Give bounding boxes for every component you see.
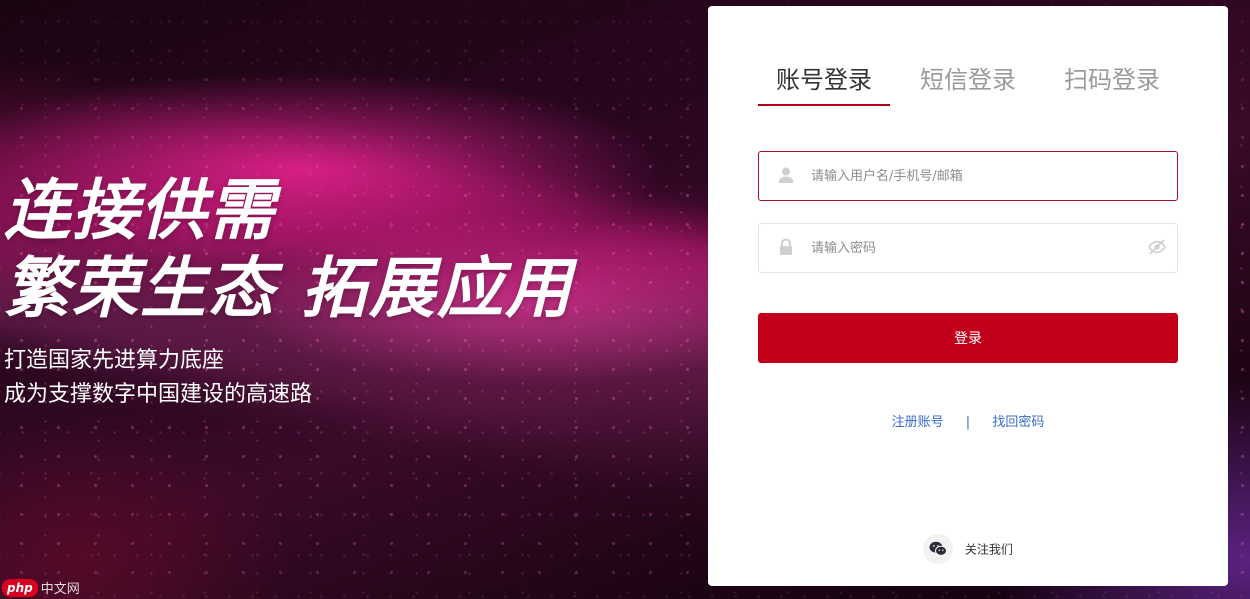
login-panel: 账号登录 短信登录 扫码登录 请输入用户名/手机号/邮箱 登录 注册账号 | 找… bbox=[708, 6, 1228, 586]
hero-subtitle: 打造国家先进算力底座 成为支撑数字中国建设的高速路 bbox=[4, 344, 573, 412]
link-separator: | bbox=[965, 415, 971, 430]
watermark-badge: php bbox=[2, 578, 38, 597]
hero-subline-2: 成为支撑数字中国建设的高速路 bbox=[4, 382, 313, 407]
password-input[interactable] bbox=[811, 224, 1131, 272]
hero-subline-1: 打造国家先进算力底座 bbox=[4, 348, 225, 373]
register-link[interactable]: 注册账号 bbox=[892, 415, 944, 430]
follow-us-label: 关注我们 bbox=[964, 542, 1013, 557]
hero-banner: 连接供需 繁荣生态 拓展应用 打造国家先进算力底座 成为支撑数字中国建设的高速路 bbox=[4, 178, 573, 412]
password-field bbox=[758, 223, 1178, 273]
login-tabs: 账号登录 短信登录 扫码登录 bbox=[758, 64, 1178, 106]
account-links: 注册账号 | 找回密码 bbox=[708, 411, 1228, 430]
tab-account-login[interactable]: 账号登录 bbox=[758, 64, 890, 106]
username-field bbox=[758, 151, 1178, 201]
tab-sms-login[interactable]: 短信登录 bbox=[902, 64, 1034, 104]
tab-qrcode-login[interactable]: 扫码登录 bbox=[1046, 64, 1178, 104]
site-watermark: php 中文网 bbox=[2, 578, 80, 597]
follow-us[interactable]: 关注我们 bbox=[708, 534, 1228, 564]
watermark-text: 中文网 bbox=[40, 582, 80, 597]
user-icon bbox=[777, 166, 795, 184]
hero-headline-line1: 连接供需 bbox=[4, 172, 276, 249]
lock-icon bbox=[777, 238, 795, 256]
username-input[interactable] bbox=[811, 152, 1131, 200]
recover-password-link[interactable]: 找回密码 bbox=[992, 415, 1044, 430]
login-button[interactable]: 登录 bbox=[758, 313, 1178, 363]
login-page: 连接供需 繁荣生态 拓展应用 打造国家先进算力底座 成为支撑数字中国建设的高速路… bbox=[0, 0, 1250, 599]
wechat-icon bbox=[923, 534, 954, 564]
hero-headline-line2: 繁荣生态 拓展应用 bbox=[4, 250, 573, 327]
eye-hidden-icon[interactable] bbox=[1147, 238, 1167, 256]
